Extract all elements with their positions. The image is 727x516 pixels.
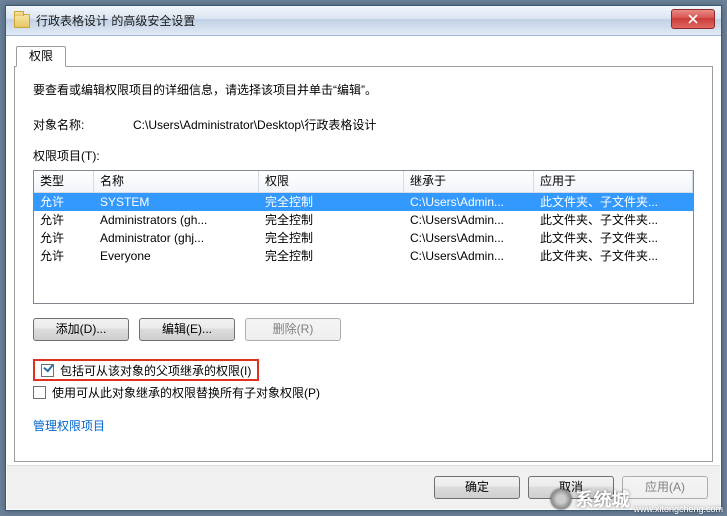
col-type[interactable]: 类型 bbox=[34, 171, 94, 192]
cell: C:\Users\Admin... bbox=[404, 229, 534, 247]
cell: C:\Users\Admin... bbox=[404, 211, 534, 229]
object-name-row: 对象名称: C:\Users\Administrator\Desktop\行政表… bbox=[33, 116, 694, 133]
cell: 允许 bbox=[34, 229, 94, 247]
cell: Administrator (ghj... bbox=[94, 229, 259, 247]
edit-button[interactable]: 编辑(E)... bbox=[139, 318, 235, 341]
permissions-listview[interactable]: 类型 名称 权限 继承于 应用于 允许SYSTEM完全控制C:\Users\Ad… bbox=[33, 170, 694, 304]
ok-button[interactable]: 确定 bbox=[434, 476, 520, 499]
inherit-checkbox[interactable] bbox=[41, 364, 54, 377]
cell: 完全控制 bbox=[259, 211, 404, 229]
replace-checkbox[interactable] bbox=[33, 386, 46, 399]
window-title: 行政表格设计 的高级安全设置 bbox=[36, 12, 671, 29]
button-row: 添加(D)... 编辑(E)... 删除(R) bbox=[33, 318, 694, 341]
cell: 允许 bbox=[34, 247, 94, 265]
cell: SYSTEM bbox=[94, 193, 259, 211]
table-row[interactable]: 允许SYSTEM完全控制C:\Users\Admin...此文件夹、子文件夹..… bbox=[34, 193, 693, 211]
cell: 此文件夹、子文件夹... bbox=[534, 229, 693, 247]
add-button[interactable]: 添加(D)... bbox=[33, 318, 129, 341]
cell: 允许 bbox=[34, 193, 94, 211]
cell: 完全控制 bbox=[259, 193, 404, 211]
title-bar[interactable]: 行政表格设计 的高级安全设置 bbox=[6, 6, 721, 36]
permissions-list-label: 权限项目(T): bbox=[33, 147, 694, 164]
close-button[interactable] bbox=[671, 9, 715, 29]
listview-body: 允许SYSTEM完全控制C:\Users\Admin...此文件夹、子文件夹..… bbox=[34, 193, 693, 265]
cell: 完全控制 bbox=[259, 229, 404, 247]
highlighted-checkbox: 包括可从该对象的父项继承的权限(I) bbox=[33, 359, 259, 381]
cell: 完全控制 bbox=[259, 247, 404, 265]
client-area: 权限 要查看或编辑权限项目的详细信息，请选择该项目并单击“编辑”。 对象名称: … bbox=[14, 44, 713, 462]
replace-checkbox-label: 使用可从此对象继承的权限替换所有子对象权限(P) bbox=[52, 384, 320, 401]
listview-header: 类型 名称 权限 继承于 应用于 bbox=[34, 171, 693, 193]
cell: 此文件夹、子文件夹... bbox=[534, 211, 693, 229]
object-name-value: C:\Users\Administrator\Desktop\行政表格设计 bbox=[133, 116, 376, 133]
cell: C:\Users\Admin... bbox=[404, 193, 534, 211]
security-dialog: 行政表格设计 的高级安全设置 权限 要查看或编辑权限项目的详细信息，请选择该项目… bbox=[5, 5, 722, 511]
tab-strip: 权限 bbox=[14, 44, 713, 66]
object-name-label: 对象名称: bbox=[33, 116, 133, 133]
table-row[interactable]: 允许Administrators (gh...完全控制C:\Users\Admi… bbox=[34, 211, 693, 229]
col-name[interactable]: 名称 bbox=[94, 171, 259, 192]
remove-button: 删除(R) bbox=[245, 318, 341, 341]
tab-pane: 要查看或编辑权限项目的详细信息，请选择该项目并单击“编辑”。 对象名称: C:\… bbox=[14, 66, 713, 462]
cancel-button[interactable]: 取消 bbox=[528, 476, 614, 499]
dialog-footer: 确定 取消 应用(A) bbox=[7, 465, 720, 509]
cell: Administrators (gh... bbox=[94, 211, 259, 229]
instruction-text: 要查看或编辑权限项目的详细信息，请选择该项目并单击“编辑”。 bbox=[33, 81, 694, 98]
table-row[interactable]: 允许Everyone完全控制C:\Users\Admin...此文件夹、子文件夹… bbox=[34, 247, 693, 265]
inherit-checkbox-label: 包括可从该对象的父项继承的权限(I) bbox=[60, 362, 251, 379]
col-inherited-from[interactable]: 继承于 bbox=[404, 171, 534, 192]
cell: C:\Users\Admin... bbox=[404, 247, 534, 265]
col-permission[interactable]: 权限 bbox=[259, 171, 404, 192]
cell: 此文件夹、子文件夹... bbox=[534, 193, 693, 211]
cell: Everyone bbox=[94, 247, 259, 265]
cell: 允许 bbox=[34, 211, 94, 229]
checkbox-group: 包括可从该对象的父项继承的权限(I) 使用可从此对象继承的权限替换所有子对象权限… bbox=[33, 359, 694, 403]
col-apply-to[interactable]: 应用于 bbox=[534, 171, 693, 192]
replace-checkbox-row: 使用可从此对象继承的权限替换所有子对象权限(P) bbox=[33, 381, 694, 403]
manage-permissions-link[interactable]: 管理权限项目 bbox=[33, 417, 105, 434]
cell: 此文件夹、子文件夹... bbox=[534, 247, 693, 265]
close-icon bbox=[688, 14, 698, 24]
tab-permissions[interactable]: 权限 bbox=[16, 46, 66, 67]
apply-button: 应用(A) bbox=[622, 476, 708, 499]
table-row[interactable]: 允许Administrator (ghj...完全控制C:\Users\Admi… bbox=[34, 229, 693, 247]
folder-icon bbox=[14, 14, 30, 28]
